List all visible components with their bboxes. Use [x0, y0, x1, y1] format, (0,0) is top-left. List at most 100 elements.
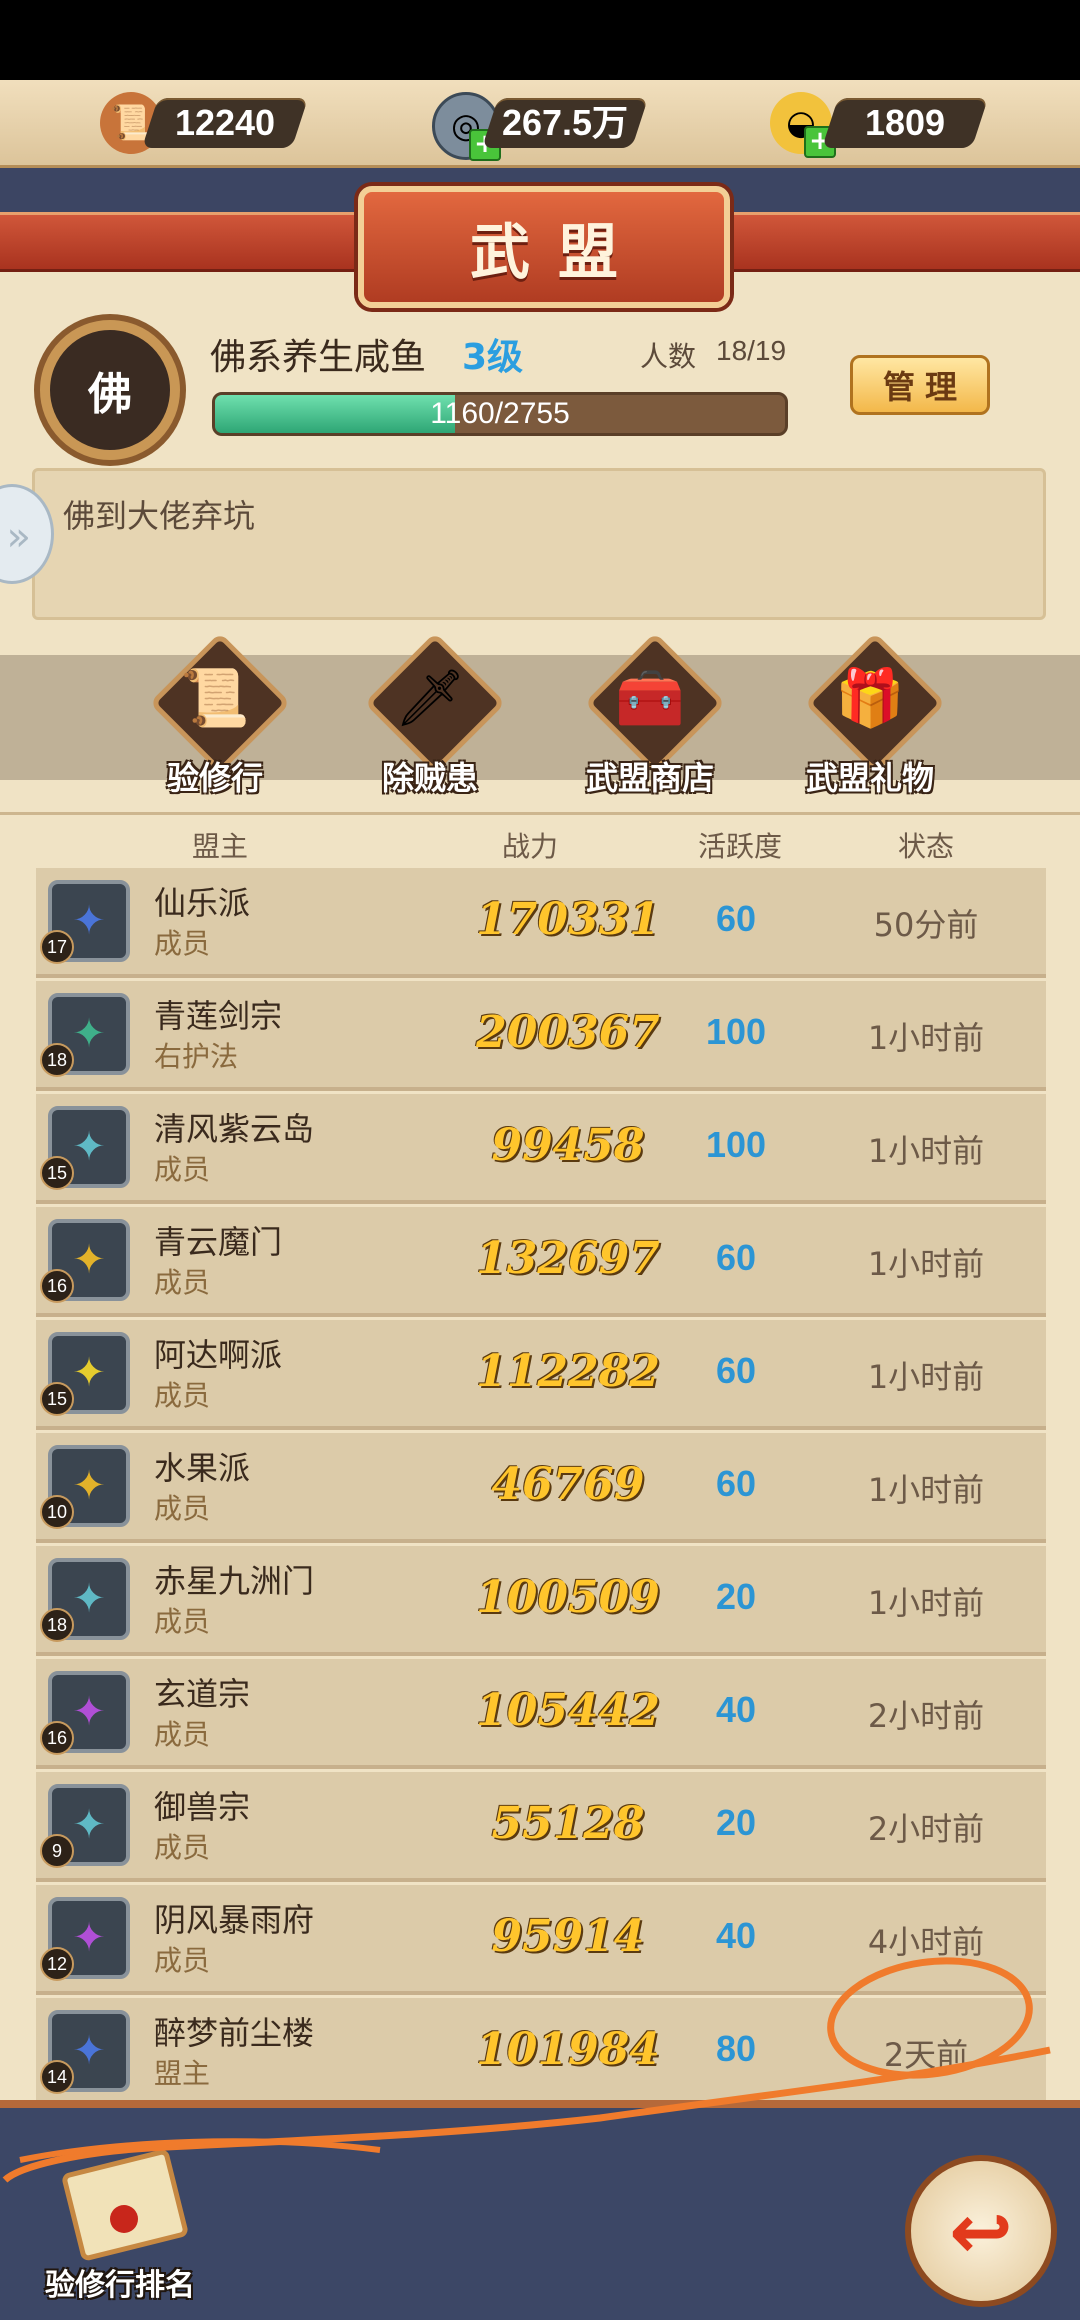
member-row[interactable]: ✦ 18 青莲剑宗 右护法 200367 100 1小时前 [36, 981, 1046, 1091]
member-row[interactable]: ✦ 15 阿达啊派 成员 112282 60 1小时前 [36, 1320, 1046, 1430]
member-row[interactable]: ✦ 10 水果派 成员 46769 60 1小时前 [36, 1433, 1046, 1543]
member-status: 4小时前 [867, 1923, 985, 1961]
member-level: 18 [40, 1608, 74, 1642]
guild-emblem-char: 佛 [88, 369, 132, 420]
member-name: 阿达啊派 [154, 1336, 283, 1374]
header-activity: 活跃度 [697, 830, 782, 863]
gold-resource: 1809 [821, 98, 989, 148]
member-role: 成员 [154, 1605, 211, 1638]
member-name: 水果派 [154, 1449, 251, 1487]
member-row[interactable]: ✦ 18 赤星九洲门 成员 100509 20 1小时前 [36, 1546, 1046, 1656]
member-row[interactable]: ✦ 12 阴风暴雨府 成员 95914 40 4小时前 [36, 1885, 1046, 1995]
func-guild-shop[interactable]: 🧰 武盟商店 [565, 632, 735, 797]
page-title: 武盟 [358, 186, 730, 308]
shop-chest-icon: 🧰 [615, 666, 685, 731]
member-level: 15 [40, 1382, 74, 1416]
ranking-seal-icon [110, 2205, 138, 2233]
member-activity: 80 [715, 2028, 757, 2069]
member-level: 14 [40, 2060, 74, 2094]
member-level: 9 [40, 1834, 74, 1868]
member-status: 50分前 [873, 906, 979, 944]
member-activity: 100 [705, 1011, 767, 1052]
gold-resource-value: 1809 [864, 102, 946, 143]
member-role: 成员 [154, 927, 211, 960]
member-role: 成员 [154, 1153, 211, 1186]
member-table-header: 盟主 战力 活跃度 状态 [0, 812, 1080, 865]
member-row[interactable]: ✦ 9 御兽宗 成员 55128 20 2小时前 [36, 1772, 1046, 1882]
member-role: 成员 [154, 1379, 211, 1412]
member-name: 御兽宗 [154, 1788, 251, 1826]
member-row[interactable]: ✦ 16 青云魔门 成员 132697 60 1小时前 [36, 1207, 1046, 1317]
func-label: 除贼患 [381, 759, 478, 797]
page-title-text: 武盟 [470, 217, 646, 288]
gift-chest-icon: 🎁 [835, 666, 905, 731]
header-power: 战力 [501, 830, 558, 863]
member-activity: 60 [715, 1463, 757, 1504]
gold-ingot-icon[interactable]: ◒ + [770, 92, 836, 158]
sect-glyph-icon: ✦ [72, 1463, 106, 1509]
member-activity: 20 [715, 1576, 757, 1617]
member-level: 12 [40, 1947, 74, 1981]
member-status: 2小时前 [867, 1810, 985, 1848]
member-row[interactable]: ✦ 16 玄道宗 成员 105442 40 2小时前 [36, 1659, 1046, 1769]
resource-bar: 📜 12240 ◎+ 267.5万 ◒+ 1809 [0, 80, 1080, 169]
members-count: 18/19 [716, 335, 787, 366]
member-name: 青莲剑宗 [154, 997, 283, 1035]
practice-ranking-button[interactable]: 验修行排名 [30, 2148, 210, 2303]
sect-glyph-icon: ✦ [72, 1802, 106, 1848]
func-label: 武盟礼物 [805, 759, 934, 797]
member-level: 17 [40, 930, 74, 964]
member-role: 成员 [154, 1831, 211, 1864]
member-status: 1小时前 [867, 1358, 985, 1396]
members-label: 人数 [640, 340, 697, 373]
guild-level: 3级 [462, 337, 524, 378]
coin-resource: 267.5万 [481, 98, 649, 148]
member-activity: 40 [715, 1915, 757, 1956]
sect-glyph-icon: ✦ [72, 2028, 106, 2074]
coin-resource-value: 267.5万 [501, 102, 629, 143]
guild-name: 佛系养生咸鱼 [210, 337, 427, 378]
member-level: 15 [40, 1156, 74, 1190]
member-table: ✦ 17 仙乐派 成员 170331 60 50分前 ✦ 18 青莲剑宗 右护法 200367 100 1… [36, 868, 1046, 2111]
practice-ranking-label: 验修行排名 [45, 2268, 195, 2303]
member-role: 成员 [154, 1266, 211, 1299]
manage-button[interactable]: 管理 [850, 355, 990, 415]
member-activity: 60 [715, 1237, 757, 1278]
member-row[interactable]: ✦ 15 清风紫云岛 成员 99458 100 1小时前 [36, 1094, 1046, 1204]
member-level: 16 [40, 1269, 74, 1303]
member-name: 仙乐派 [154, 884, 251, 922]
func-bandit-raid[interactable]: 🗡 除贼患 [345, 632, 515, 797]
member-role: 成员 [154, 1718, 211, 1751]
func-guild-gift[interactable]: 🎁 武盟礼物 [785, 632, 955, 797]
guild-exp-bar: 1160/2755 [212, 392, 788, 436]
guild-notice-text: 佛到大佬弃坑 [63, 497, 256, 535]
member-name: 阴风暴雨府 [154, 1901, 315, 1939]
sect-glyph-icon: ✦ [72, 1124, 106, 1170]
guild-emblem: 佛 [40, 320, 180, 460]
member-activity: 40 [715, 1689, 757, 1730]
scroll-icon: 📜 [180, 666, 250, 731]
member-status: 1小时前 [867, 1471, 985, 1509]
sect-glyph-icon: ✦ [72, 1350, 106, 1396]
sect-glyph-icon: ✦ [72, 1576, 106, 1622]
sect-glyph-icon: ✦ [72, 1011, 106, 1057]
member-role: 右护法 [154, 1040, 239, 1073]
func-label: 武盟商店 [585, 759, 714, 797]
sect-glyph-icon: ✦ [72, 1237, 106, 1283]
member-name: 玄道宗 [154, 1675, 251, 1713]
func-verify-practice[interactable]: 📜 验修行 [130, 632, 300, 797]
member-level: 16 [40, 1721, 74, 1755]
member-activity: 60 [715, 898, 757, 939]
member-row[interactable]: ✦ 17 仙乐派 成员 170331 60 50分前 [36, 868, 1046, 978]
member-name: 醉梦前尘楼 [154, 2014, 315, 2052]
member-status: 1小时前 [867, 1584, 985, 1622]
func-label: 验修行 [166, 759, 263, 797]
member-activity: 20 [715, 1802, 757, 1843]
member-activity: 100 [705, 1124, 767, 1165]
member-role: 成员 [154, 1944, 211, 1977]
scroll-resource: 12240 [141, 98, 309, 148]
back-arrow-icon[interactable]: ↩ [905, 2155, 1057, 2307]
guild-notice[interactable]: 佛到大佬弃坑 [32, 468, 1046, 620]
header-leader: 盟主 [191, 830, 248, 863]
member-row[interactable]: ✦ 14 醉梦前尘楼 盟主 101984 80 2天前 [36, 1998, 1046, 2108]
